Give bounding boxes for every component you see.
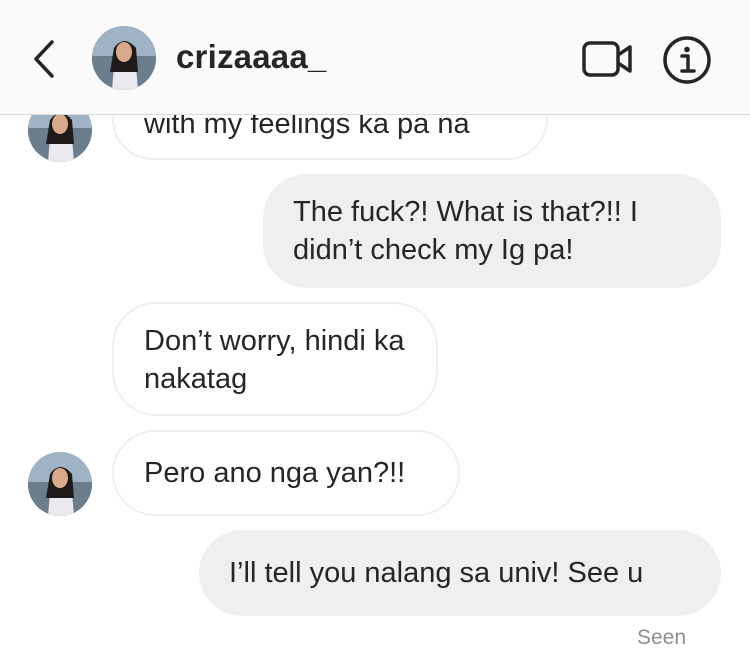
video-camera-icon <box>582 41 632 77</box>
video-call-button[interactable] <box>580 37 636 81</box>
message-text: The fuck?! What is that?!! I didn’t chec… <box>293 196 638 266</box>
avatar-photo-icon <box>92 26 156 90</box>
avatar-photo-icon <box>28 452 92 516</box>
info-button[interactable] <box>660 33 714 87</box>
outgoing-message[interactable]: I’ll tell you nalang sa univ! See u <box>199 530 721 616</box>
chevron-left-icon <box>34 40 54 78</box>
seen-status: Seen <box>637 626 687 649</box>
header-avatar[interactable] <box>92 26 156 90</box>
message-text: Pero ano nga yan?!! <box>144 457 406 489</box>
info-icon <box>663 36 711 84</box>
message-text: Don’t worry, hindi ka nakatag <box>144 325 405 395</box>
sender-avatar[interactable] <box>28 452 92 516</box>
chat-username[interactable]: crizaaaa_ <box>176 38 326 76</box>
chat-header: crizaaaa_ <box>0 0 750 115</box>
incoming-message[interactable]: Pero ano nga yan?!! <box>112 430 460 516</box>
message-text: I’ll tell you nalang sa univ! See u <box>229 557 644 589</box>
back-button[interactable] <box>22 34 66 84</box>
incoming-message[interactable]: Don’t worry, hindi ka nakatag <box>112 302 438 416</box>
outgoing-message[interactable]: The fuck?! What is that?!! I didn’t chec… <box>263 174 721 288</box>
